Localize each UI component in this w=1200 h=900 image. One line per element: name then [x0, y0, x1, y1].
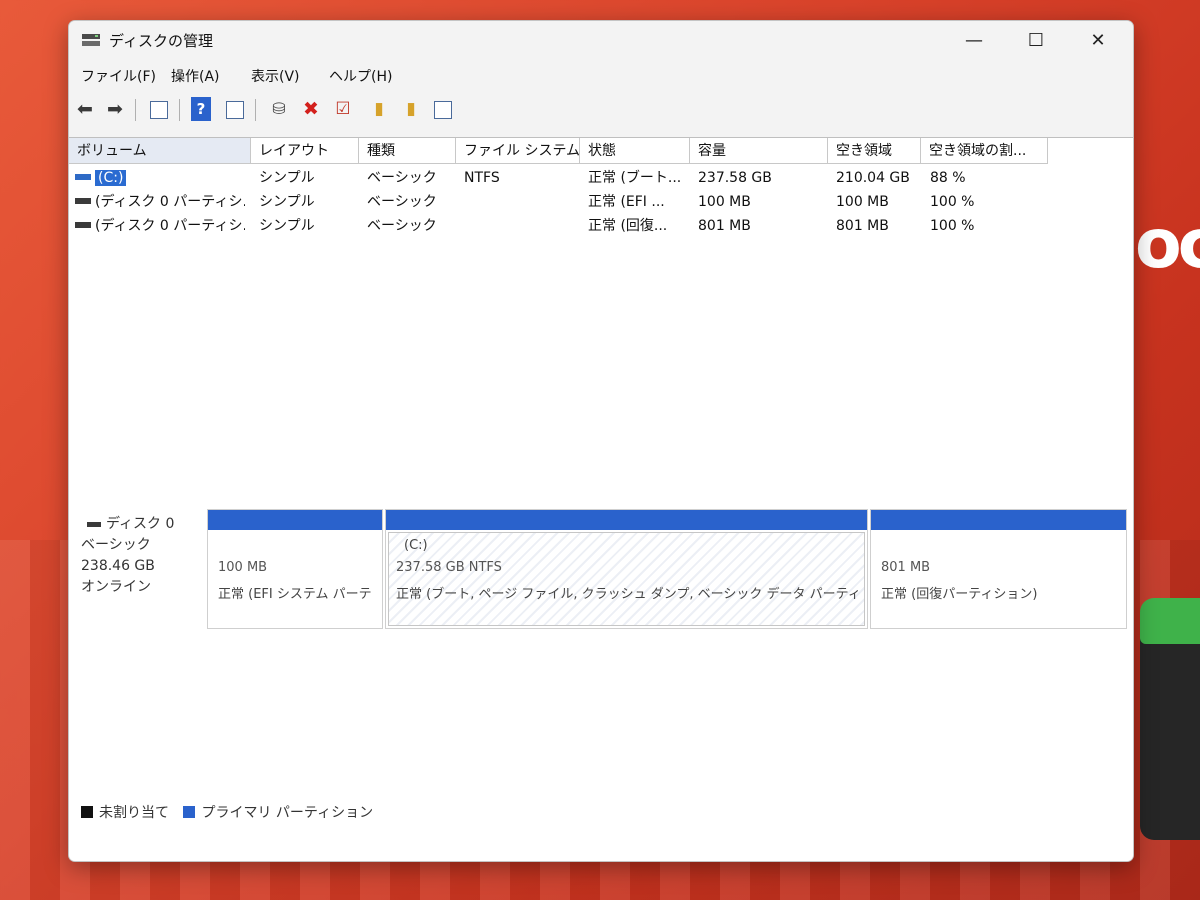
list-view-icon[interactable]	[431, 97, 455, 121]
menu-help[interactable]: ヘルプ(H)	[329, 66, 392, 86]
help-icon[interactable]: ?	[191, 97, 211, 121]
toolbar-separator	[179, 99, 180, 121]
disk-map: ディスク 0 ベーシック 238.46 GB オンライン 100 MB 正常 (…	[69, 494, 1133, 861]
title-bar[interactable]: ディスクの管理 — ☐ ✕	[69, 21, 1133, 61]
disk-icon	[87, 521, 101, 527]
legend: 未割り当て プライマリ パーティション	[81, 802, 373, 822]
volume-name: (C:)	[95, 170, 127, 186]
column-header-filesystem[interactable]: ファイル システム	[456, 138, 580, 164]
console-tree-icon[interactable]	[147, 97, 171, 121]
volume-layout: シンプル	[259, 218, 315, 234]
minimize-button[interactable]: —	[951, 27, 997, 55]
column-header-free-space[interactable]: 空き領域	[828, 138, 921, 164]
volume-status: 正常 (ブート...	[588, 170, 682, 186]
volume-layout: シンプル	[259, 170, 315, 186]
partition-bar	[871, 510, 1126, 530]
toolbar: ⬅ ➡ ? ⛁ ✖ ☑ ▮ ▮	[69, 93, 1133, 125]
volume-list: ボリューム レイアウト 種類 ファイル システム 状態 容量 空き領域 空き領域…	[69, 137, 1133, 495]
menu-action[interactable]: 操作(A)	[171, 66, 220, 86]
column-header-capacity[interactable]: 容量	[690, 138, 828, 164]
column-header-layout[interactable]: レイアウト	[251, 138, 359, 164]
partition-recovery[interactable]: 801 MB 正常 (回復パーティション)	[870, 509, 1127, 629]
menu-file[interactable]: ファイル(F)	[81, 66, 156, 86]
legend-primary: プライマリ パーティション	[201, 805, 374, 821]
volume-type: ベーシック	[367, 194, 437, 210]
delete-icon[interactable]: ✖	[299, 97, 323, 121]
volume-free-space: 100 MB	[836, 194, 889, 210]
folder-up-icon[interactable]: ▮	[367, 97, 391, 121]
volume-type: ベーシック	[367, 218, 437, 234]
volume-capacity: 237.58 GB	[698, 170, 772, 186]
back-arrow-icon[interactable]: ⬅	[73, 97, 97, 121]
table-row[interactable]: (C:) シンプル ベーシック NTFS 正常 (ブート... 237.58 G…	[69, 166, 1133, 190]
properties-pane-icon[interactable]	[223, 97, 247, 121]
volume-type: ベーシック	[367, 170, 437, 186]
volume-icon	[75, 174, 91, 180]
column-header-type[interactable]: 種類	[359, 138, 456, 164]
partition-status: 正常 (回復パーティション)	[881, 587, 1038, 602]
legend-unallocated: 未割り当て	[99, 805, 169, 821]
disk-management-icon	[82, 34, 100, 46]
partition-status: 正常 (EFI システム パーテ	[218, 587, 372, 602]
partition-size: 801 MB	[881, 560, 931, 575]
volume-icon	[75, 222, 91, 228]
close-button[interactable]: ✕	[1075, 27, 1121, 55]
disk-info[interactable]: ディスク 0 ベーシック 238.46 GB オンライン	[81, 514, 201, 598]
partition-bar	[386, 510, 867, 530]
forward-arrow-icon[interactable]: ➡	[103, 97, 127, 121]
column-header-status[interactable]: 状態	[580, 138, 690, 164]
disk-name: ディスク 0	[106, 516, 175, 532]
maximize-button[interactable]: ☐	[1013, 27, 1059, 55]
partition-bar	[208, 510, 382, 530]
folder-search-icon[interactable]: ▮	[399, 97, 423, 121]
menu-view[interactable]: 表示(V)	[251, 66, 300, 86]
connect-disk-icon[interactable]: ⛁	[267, 97, 291, 121]
volume-status: 正常 (回復...	[588, 218, 668, 234]
partition-label: (C:)	[404, 538, 428, 553]
unallocated-swatch	[81, 806, 93, 818]
partition-size: 100 MB	[218, 560, 268, 575]
volume-name: (ディスク 0 パーティシ...	[95, 194, 245, 210]
background-object-top	[1140, 598, 1200, 644]
volume-free-space: 801 MB	[836, 218, 889, 234]
disk-state: オンライン	[81, 579, 151, 595]
volume-capacity: 801 MB	[698, 218, 751, 234]
table-row[interactable]: (ディスク 0 パーティシ... シンプル ベーシック 正常 (回復... 80…	[69, 214, 1133, 238]
disk-size: 238.46 GB	[81, 558, 155, 574]
disk-type: ベーシック	[81, 537, 151, 553]
volume-free-percent: 100 %	[930, 218, 975, 234]
partition-c[interactable]: (C:) 237.58 GB NTFS 正常 (ブート, ページ ファイル, ク…	[385, 509, 868, 629]
column-header-free-percent[interactable]: 空き領域の割...	[921, 138, 1048, 164]
volume-free-space: 210.04 GB	[836, 170, 910, 186]
window-title: ディスクの管理	[109, 32, 213, 50]
primary-swatch	[183, 806, 196, 818]
volume-name: (ディスク 0 パーティシ...	[95, 218, 245, 234]
volume-free-percent: 100 %	[930, 194, 975, 210]
menu-bar: ファイル(F) 操作(A) 表示(V) ヘルプ(H)	[69, 62, 1133, 88]
toolbar-separator	[255, 99, 256, 121]
partition-efi[interactable]: 100 MB 正常 (EFI システム パーテ	[207, 509, 383, 629]
column-header-volume[interactable]: ボリューム	[69, 138, 251, 164]
partition-selection-hatch	[388, 532, 865, 626]
volume-capacity: 100 MB	[698, 194, 751, 210]
volume-icon	[75, 198, 91, 204]
volume-free-percent: 88 %	[930, 170, 966, 186]
check-properties-icon[interactable]: ☑	[331, 97, 355, 121]
disk-management-window: ディスクの管理 — ☐ ✕ ファイル(F) 操作(A) 表示(V) ヘルプ(H)…	[68, 20, 1134, 862]
partition-status: 正常 (ブート, ページ ファイル, クラッシュ ダンプ, ベーシック データ …	[396, 587, 861, 602]
volume-layout: シンプル	[259, 194, 315, 210]
table-row[interactable]: (ディスク 0 パーティシ... シンプル ベーシック 正常 (EFI ... …	[69, 190, 1133, 214]
toolbar-separator	[135, 99, 136, 121]
partition-size: 237.58 GB NTFS	[396, 560, 502, 575]
volume-filesystem: NTFS	[464, 170, 500, 186]
background-logo: oc	[1135, 205, 1200, 284]
volume-status: 正常 (EFI ...	[588, 194, 665, 210]
